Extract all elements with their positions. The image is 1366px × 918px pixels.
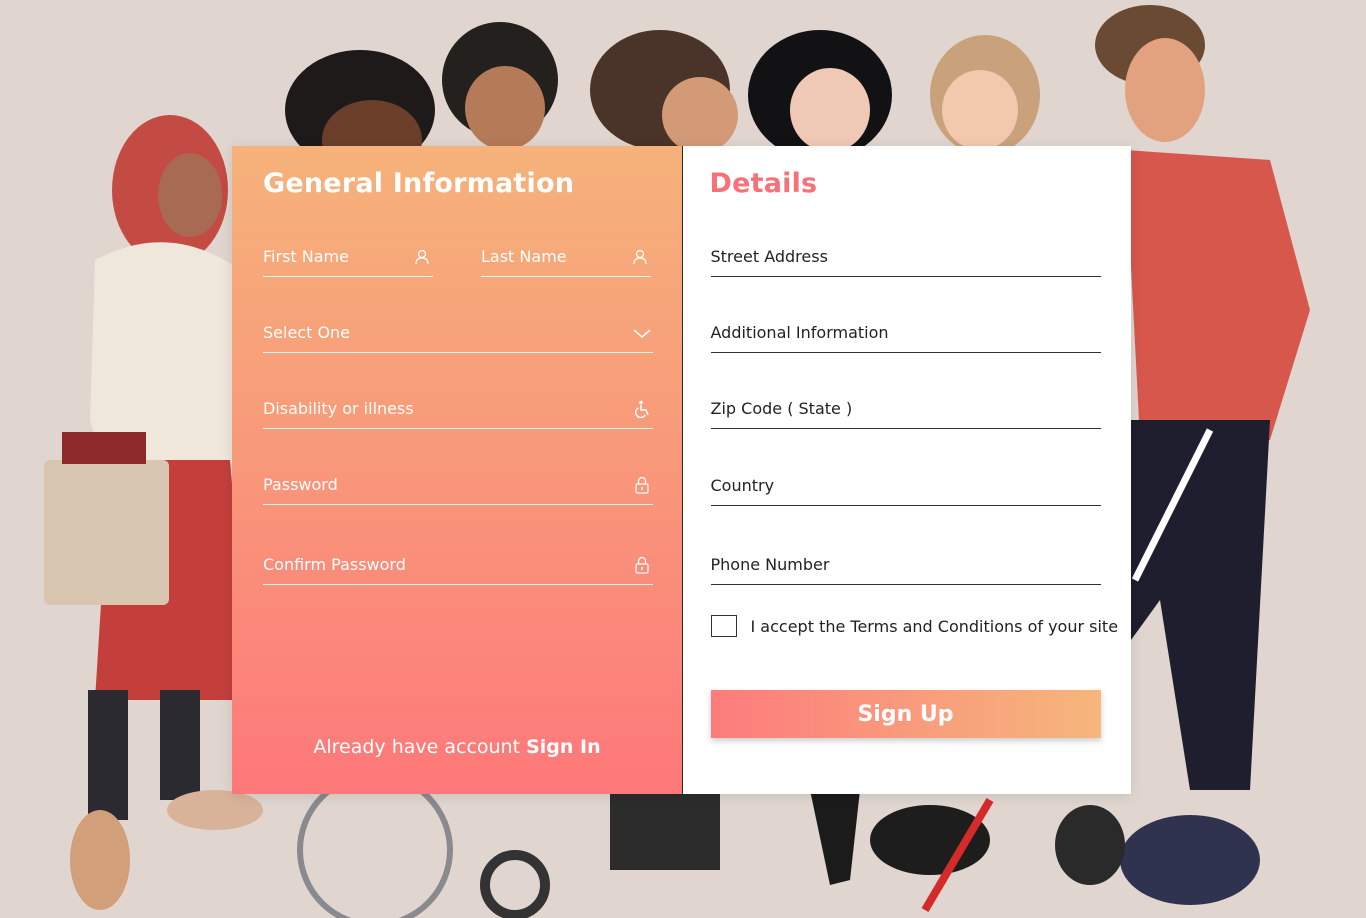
phone-number-placeholder: Phone Number [710, 555, 830, 574]
disability-field[interactable]: Disability or illness [263, 394, 653, 429]
street-address-field[interactable]: Street Address [710, 242, 1101, 277]
zip-code-field[interactable]: Zip Code ( State ) [710, 394, 1101, 429]
street-address-placeholder: Street Address [710, 247, 828, 266]
sign-up-button[interactable]: Sign Up [710, 690, 1101, 738]
password-field[interactable]: Password [263, 470, 653, 505]
general-information-panel: General Information First Name Last Name… [232, 146, 682, 794]
first-name-field[interactable]: First Name [263, 242, 433, 277]
confirm-password-placeholder: Confirm Password [263, 555, 406, 574]
terms-label: I accept the Terms and Conditions of you… [750, 616, 1119, 636]
signup-card: General Information First Name Last Name… [232, 146, 1131, 794]
general-information-title: General Information [263, 168, 575, 199]
lock-icon [635, 556, 649, 574]
details-panel: Details Street Address Additional Inform… [681, 146, 1131, 794]
additional-information-field[interactable]: Additional Information [710, 318, 1101, 353]
person-hijab-illustration [44, 115, 263, 910]
wheelchair-icon [634, 400, 649, 418]
country-field[interactable]: Country [710, 471, 1101, 506]
first-name-placeholder: First Name [263, 247, 349, 266]
chevron-down-icon [633, 329, 651, 338]
disability-placeholder: Disability or illness [263, 399, 414, 418]
country-placeholder: Country [710, 476, 775, 495]
zip-code-placeholder: Zip Code ( State ) [710, 399, 853, 418]
last-name-placeholder: Last Name [481, 247, 567, 266]
lock-icon [635, 476, 649, 494]
sign-in-link[interactable]: Sign In [526, 736, 601, 758]
last-name-field[interactable]: Last Name [481, 242, 651, 277]
select-one-dropdown[interactable]: Select One [263, 318, 653, 353]
user-icon [633, 249, 647, 265]
sign-in-prompt: Already have account Sign In [232, 736, 682, 758]
details-title: Details [709, 168, 818, 199]
user-icon [415, 249, 429, 265]
additional-information-placeholder: Additional Information [710, 323, 889, 342]
phone-number-field[interactable]: Phone Number [710, 550, 1101, 585]
terms-row: I accept the Terms and Conditions of you… [710, 615, 1119, 637]
terms-checkbox[interactable] [710, 615, 737, 637]
select-one-value: Select One [263, 323, 351, 342]
bottom-illustration [297, 772, 994, 918]
confirm-password-field[interactable]: Confirm Password [263, 550, 653, 585]
already-have-account-text: Already have account [313, 736, 521, 758]
password-placeholder: Password [263, 475, 338, 494]
